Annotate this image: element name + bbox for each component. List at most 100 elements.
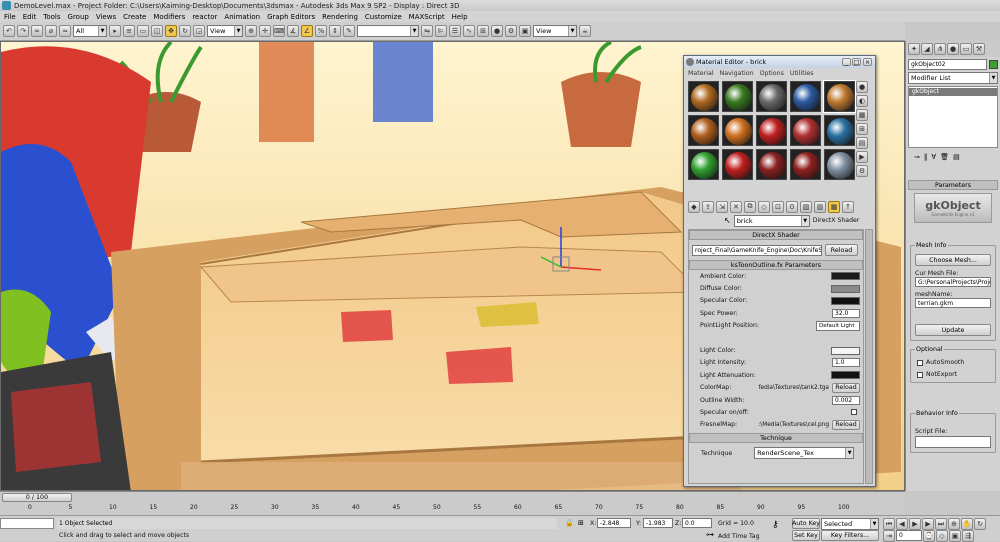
track-bar[interactable]: 0 5 10 15 20 25 30 35 40 45 50 55 60 65 70 75 80 85 90 95 10…	[28, 503, 849, 515]
material-editor-icon[interactable]: ●	[491, 25, 503, 37]
menu-create[interactable]: Create	[123, 13, 146, 21]
schematic-view-icon[interactable]: ⊞	[477, 25, 489, 37]
make-unique-stack-icon[interactable]: ∀	[931, 153, 936, 165]
add-time-tag[interactable]: Add Time Tag	[718, 533, 760, 540]
select-move-icon[interactable]: ✥	[165, 25, 177, 37]
bind-space-warp-icon[interactable]: ≈	[59, 25, 71, 37]
menu-group[interactable]: Group	[68, 13, 89, 21]
reference-coord-dropdown[interactable]: View ▼	[207, 25, 243, 37]
snaps-toggle-icon[interactable]: ∡	[287, 25, 299, 37]
rollout-scrollbar[interactable]	[865, 229, 873, 484]
percent-snap-icon[interactable]: %	[315, 25, 327, 37]
menu-views[interactable]: Views	[96, 13, 116, 21]
mat-menu-utilities[interactable]: Utilities	[790, 70, 814, 77]
notexport-checkbox[interactable]: NotExport	[917, 371, 957, 378]
get-material-icon[interactable]: ◆	[688, 200, 700, 213]
time-config-icon[interactable]: ⌚	[923, 530, 935, 542]
menu-tools[interactable]: Tools	[43, 13, 60, 21]
select-manipulate-icon[interactable]: ✛	[259, 25, 271, 37]
show-map-icon[interactable]: ▧	[800, 200, 812, 213]
material-id-icon[interactable]: 0	[786, 200, 798, 213]
material-slot[interactable]	[790, 115, 821, 146]
lock-selection-icon[interactable]: 🔒	[565, 519, 574, 527]
set-key-button[interactable]: Set Key	[792, 530, 820, 541]
walk-through-icon[interactable]: ⇶	[962, 530, 974, 542]
select-rotate-icon[interactable]: ↻	[179, 25, 191, 37]
shader-reload-button[interactable]: Reload	[825, 244, 858, 256]
menu-rendering[interactable]: Rendering	[322, 13, 358, 21]
configure-sets-icon[interactable]: ▤	[953, 153, 960, 165]
maximize-icon[interactable]: □	[852, 58, 861, 66]
field-of-view-icon[interactable]: ◇	[936, 530, 948, 542]
y-coord-field[interactable]: -1.983	[643, 518, 673, 528]
material-slot[interactable]	[756, 149, 787, 180]
keyboard-shortcut-icon[interactable]: ⌨	[273, 25, 285, 37]
render-setup-icon[interactable]: ⚙	[505, 25, 517, 37]
select-object-icon[interactable]: ▸	[109, 25, 121, 37]
reset-map-icon[interactable]: ✕	[730, 200, 742, 213]
color-swatch[interactable]	[831, 272, 860, 281]
menu-help[interactable]: Help	[452, 13, 468, 21]
go-to-parent-icon[interactable]: ▦	[828, 200, 840, 213]
key-mode-icon[interactable]: ⇥	[883, 530, 895, 542]
material-slot[interactable]	[823, 80, 856, 113]
prev-frame-icon[interactable]: ◀	[896, 518, 908, 530]
pan-icon[interactable]: ✋	[961, 518, 973, 530]
directx-shader-rollout[interactable]: DirectX Shader	[689, 230, 863, 240]
background-icon[interactable]: ▦	[856, 109, 868, 121]
material-slot[interactable]	[824, 115, 855, 146]
motion-tab-icon[interactable]: ●	[947, 43, 959, 55]
param-spinner[interactable]: 1.0	[832, 358, 860, 368]
material-slot[interactable]	[722, 115, 753, 146]
sample-type-icon[interactable]: ●	[856, 81, 868, 93]
spinner-snap-icon[interactable]: ⇕	[329, 25, 341, 37]
create-tab-icon[interactable]: ✦	[908, 43, 920, 55]
absolute-mode-icon[interactable]: ⊞	[578, 519, 584, 527]
material-slot[interactable]	[756, 81, 787, 112]
object-color-swatch[interactable]	[989, 60, 998, 69]
menu-file[interactable]: File	[4, 13, 16, 21]
min-max-toggle-icon[interactable]: ▣	[949, 530, 961, 542]
current-frame-field[interactable]: 0	[896, 530, 922, 541]
render-view-dropdown[interactable]: View ▼	[533, 25, 577, 37]
specular-checkbox[interactable]	[851, 409, 857, 416]
selection-filter-dropdown[interactable]: All ▼	[73, 25, 107, 37]
autosmooth-checkbox[interactable]: AutoSmooth	[917, 359, 964, 366]
show-end-result-stack-icon[interactable]: ‖	[924, 153, 928, 165]
backlight-icon[interactable]: ◐	[856, 95, 868, 107]
menu-modifiers[interactable]: Modifiers	[153, 13, 185, 21]
menu-maxscript[interactable]: MAXScript	[409, 13, 445, 21]
cur-mesh-field[interactable]: G:\PersonalProjects\Projec	[915, 277, 991, 287]
menu-customize[interactable]: Customize	[365, 13, 402, 21]
quick-render-icon[interactable]: ☕	[579, 25, 591, 37]
material-type-button[interactable]: DirectX Shader	[813, 217, 860, 224]
menu-graph-editors[interactable]: Graph Editors	[267, 13, 315, 21]
select-by-name-icon[interactable]: ≡	[123, 25, 135, 37]
zoom-icon[interactable]: ⊕	[948, 518, 960, 530]
menu-animation[interactable]: Animation	[224, 13, 260, 21]
menu-reactor[interactable]: reactor	[192, 13, 217, 21]
param-spinner[interactable]: 32.0	[832, 308, 860, 318]
stack-item-gkobject[interactable]: gkObject	[909, 88, 997, 96]
material-slot[interactable]	[688, 115, 719, 146]
put-to-scene-icon[interactable]: ⇪	[702, 200, 714, 213]
maxscript-listener-mini[interactable]	[0, 518, 54, 529]
material-slot[interactable]	[824, 149, 855, 180]
hierarchy-tab-icon[interactable]: ⋔	[934, 43, 946, 55]
display-tab-icon[interactable]: ▭	[960, 43, 972, 55]
close-icon[interactable]: ×	[863, 58, 872, 66]
material-slot[interactable]	[790, 149, 821, 180]
choose-mesh-button[interactable]: Choose Mesh...	[915, 254, 991, 266]
color-swatch[interactable]	[831, 284, 860, 293]
redo-icon[interactable]: ↷	[17, 25, 29, 37]
object-name-field[interactable]: gkObject02	[908, 59, 987, 70]
color-swatch[interactable]	[831, 296, 860, 305]
color-swatch[interactable]	[831, 371, 860, 380]
x-coord-field[interactable]: -2.848	[597, 518, 631, 528]
make-unique-icon[interactable]: ◇	[758, 200, 770, 213]
angle-snap-icon[interactable]: ∠	[301, 25, 313, 37]
mirror-icon[interactable]: ⇋	[421, 25, 433, 37]
render-frame-icon[interactable]: ▣	[519, 25, 531, 37]
uv-tiling-icon[interactable]: ⊞	[856, 123, 868, 135]
go-to-start-icon[interactable]: ⏮	[883, 518, 895, 530]
